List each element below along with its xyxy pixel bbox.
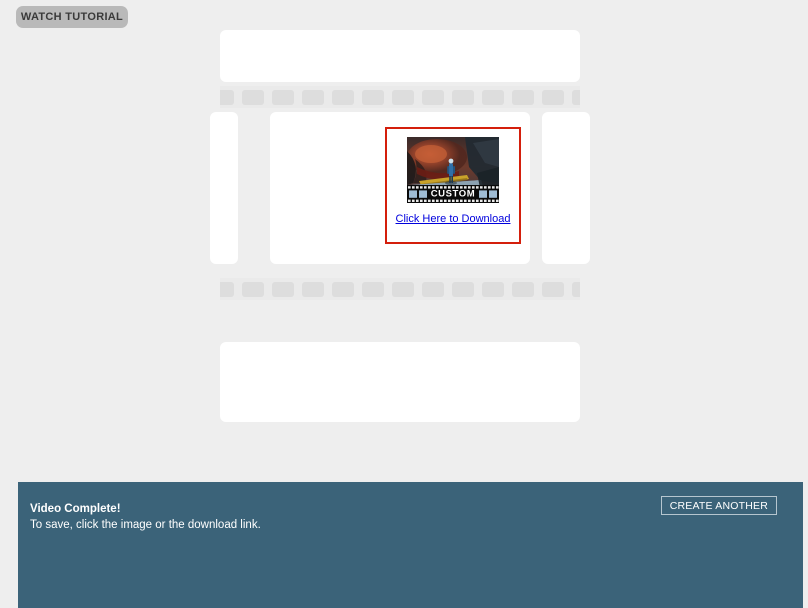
filmstrip-perforation [332, 281, 354, 297]
watch-tutorial-button[interactable]: WATCH TUTORIAL [16, 6, 128, 28]
filmstrip-frame-left [210, 112, 238, 264]
filmstrip-perforation [482, 281, 504, 297]
filmstrip-perforation [392, 89, 414, 105]
filmstrip-perforation [422, 89, 444, 105]
filmstrip-perforation [242, 281, 264, 297]
filmstrip-perforation [572, 89, 580, 105]
status-message: Video Complete! To save, click the image… [30, 502, 261, 533]
filmstrip-stage: CUSTOM Click Here to Download [210, 30, 590, 422]
filmstrip-frame-center: CUSTOM Click Here to Download [270, 112, 530, 264]
filmstrip-frame-bottom [220, 342, 580, 422]
download-link[interactable]: Click Here to Download [396, 213, 511, 225]
filmstrip-perforation [542, 89, 564, 105]
filmstrip-perforation [272, 281, 294, 297]
filmstrip-perforation [362, 281, 384, 297]
filmstrip-perforation [452, 281, 474, 297]
filmstrip-perforation [512, 89, 534, 105]
status-bar: Video Complete! To save, click the image… [18, 482, 803, 608]
filmstrip-perforation [422, 281, 444, 297]
watch-tutorial-label: WATCH TUTORIAL [20, 11, 124, 23]
filmstrip-perforation [392, 281, 414, 297]
filmstrip-perforation-band-bottom [220, 278, 580, 300]
filmstrip-frame-right [542, 112, 590, 264]
svg-text:CUSTOM: CUSTOM [431, 189, 476, 200]
filmstrip-perforation [220, 89, 234, 105]
filmstrip-perforation [220, 281, 234, 297]
filmstrip-perforation [302, 89, 324, 105]
filmstrip-perforation [272, 89, 294, 105]
status-subtitle: To save, click the image or the download… [30, 519, 261, 531]
video-thumbnail-image: CUSTOM [407, 137, 499, 203]
filmstrip-perforation [452, 89, 474, 105]
status-title: Video Complete! [30, 503, 121, 515]
filmstrip-frame-top [220, 30, 580, 82]
filmstrip-perforation [302, 281, 324, 297]
filmstrip-perforation [242, 89, 264, 105]
create-another-button[interactable]: CREATE ANOTHER [660, 496, 777, 515]
filmstrip-perforation [332, 89, 354, 105]
filmstrip-perforation-band-top [220, 86, 580, 108]
filmstrip-perforation [512, 281, 534, 297]
download-card[interactable]: CUSTOM Click Here to Download [385, 127, 521, 244]
filmstrip-perforation [362, 89, 384, 105]
filmstrip-frame-row: CUSTOM Click Here to Download [210, 112, 590, 264]
filmstrip-perforation [572, 281, 580, 297]
video-thumbnail-link[interactable]: CUSTOM [407, 137, 499, 203]
filmstrip-perforation [542, 281, 564, 297]
filmstrip-perforation [482, 89, 504, 105]
